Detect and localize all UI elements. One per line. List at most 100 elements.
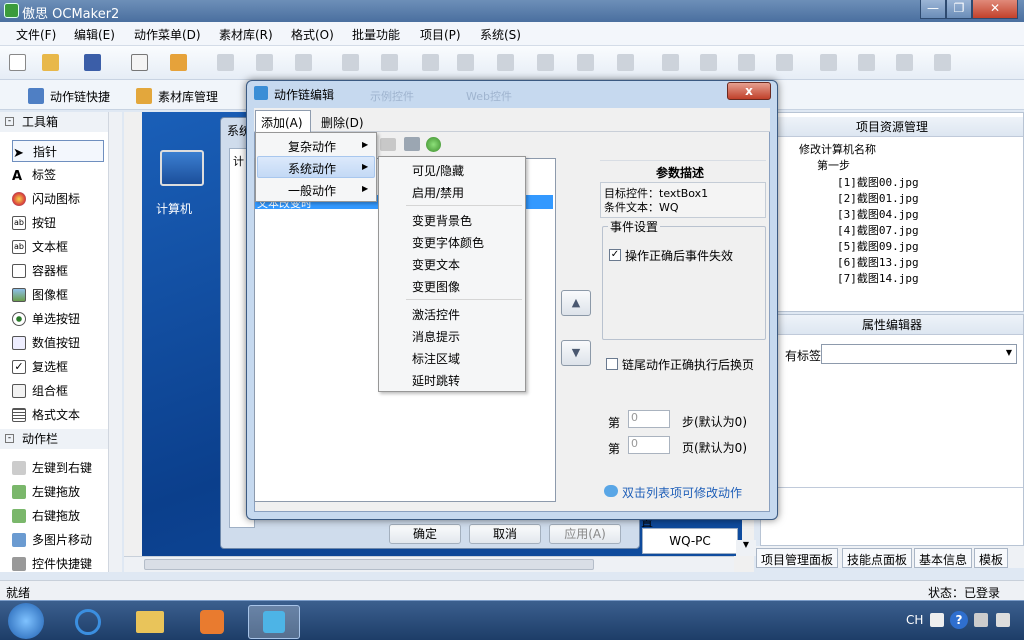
sys-visible-hide[interactable]: 可见/隐藏	[412, 162, 464, 179]
action-bar-header[interactable]: - 动作栏	[0, 429, 108, 449]
publish-icon[interactable]	[170, 54, 187, 71]
vertical-increase-icon[interactable]	[896, 54, 913, 71]
chain-checkbox[interactable]	[606, 358, 618, 370]
move-up-button[interactable]: ▲	[561, 290, 591, 316]
paste-icon[interactable]	[256, 54, 273, 71]
space-even-icon[interactable]	[700, 54, 717, 71]
space-increase-icon[interactable]	[738, 54, 755, 71]
menu-system[interactable]: 系统(S)	[480, 26, 521, 43]
tree-file[interactable]: [3]截图04.jpg	[837, 206, 919, 222]
tree-file[interactable]: [6]截图13.jpg	[837, 254, 919, 270]
tree-file[interactable]: [2]截图01.jpg	[837, 190, 919, 206]
media-player-icon[interactable]	[186, 605, 238, 639]
tool-checkbox[interactable]: ✓ 复选框	[12, 356, 104, 378]
menu-project[interactable]: 项目(P)	[420, 26, 461, 43]
open-folder-icon[interactable]	[42, 54, 59, 71]
computer-icon[interactable]	[160, 150, 204, 186]
tool-numeric[interactable]: 数值按钮	[12, 332, 104, 354]
start-button[interactable]	[8, 603, 44, 639]
tool-button[interactable]: ab 按钮	[12, 212, 104, 234]
ie-icon[interactable]	[62, 605, 114, 639]
menu-file[interactable]: 文件(F)	[16, 26, 56, 43]
settings-icon[interactable]	[426, 137, 441, 152]
action-multi-image[interactable]: 多图片移动	[12, 529, 104, 551]
tool-image[interactable]: 图像框	[12, 284, 104, 306]
tree-file[interactable]: [7]截图14.jpg	[837, 270, 919, 286]
tree-file[interactable]: [5]截图09.jpg	[837, 238, 919, 254]
action-left-to-right[interactable]: 左键到右键	[12, 457, 104, 479]
toolbox-header[interactable]: - 工具箱	[0, 112, 108, 132]
minimize-button[interactable]: —	[920, 0, 946, 19]
vertical-decrease-icon[interactable]	[934, 54, 951, 71]
sys-change-bg[interactable]: 变更背景色	[412, 212, 472, 229]
asset-library-button[interactable]: 素材库管理	[136, 86, 218, 106]
align-right-icon[interactable]	[497, 54, 514, 71]
menu-action[interactable]: 动作菜单(D)	[134, 26, 201, 43]
sys-change-font-color[interactable]: 变更字体颜色	[412, 234, 484, 251]
scroll-thumb[interactable]	[144, 559, 594, 570]
add-menu-complex[interactable]: 复杂动作	[288, 138, 336, 155]
add-menu-general[interactable]: 一般动作	[288, 182, 336, 199]
menu-format[interactable]: 格式(O)	[291, 26, 334, 43]
sys-mark-region[interactable]: 标注区域	[412, 350, 460, 367]
toolbox-scrollbar[interactable]	[108, 112, 122, 572]
align-center-icon[interactable]	[457, 54, 474, 71]
properties-icon[interactable]	[131, 54, 148, 71]
mouse-icon[interactable]	[404, 137, 420, 151]
move-down-button[interactable]: ▼	[561, 340, 591, 366]
new-file-icon[interactable]	[9, 54, 26, 71]
bg-apply-button[interactable]: 应用(A)	[549, 524, 621, 544]
tool-flash-icon[interactable]: 闪动图标	[12, 188, 104, 210]
action-shortcut[interactable]: 控件快捷键	[12, 553, 104, 575]
tab-project[interactable]: 项目管理面板	[756, 548, 839, 568]
tool-radio[interactable]: 单选按钮	[12, 308, 104, 330]
keyboard-icon[interactable]	[930, 613, 944, 627]
tool-combobox[interactable]: 组合框	[12, 380, 104, 402]
delete-icon[interactable]	[295, 54, 312, 71]
tab-info[interactable]: 基本信息	[914, 548, 973, 568]
action-chain-button[interactable]: 动作链快捷	[28, 86, 110, 106]
vertical-even-icon[interactable]	[858, 54, 875, 71]
dialog-menu-add[interactable]: 添加(A)	[261, 114, 303, 131]
tab-skills[interactable]: 技能点面板	[842, 548, 913, 568]
keyboard-icon[interactable]	[380, 138, 396, 151]
scroll-down-arrow-icon[interactable]: ▼	[736, 540, 756, 556]
canvas-hscrollbar[interactable]	[124, 556, 734, 572]
property-select[interactable]: ▼	[821, 344, 1017, 364]
menu-assets[interactable]: 素材库(R)	[219, 26, 273, 43]
language-indicator[interactable]: CH	[906, 613, 923, 627]
help-icon[interactable]: ?	[950, 611, 968, 629]
save-icon[interactable]	[84, 54, 101, 71]
network-icon[interactable]	[996, 613, 1010, 627]
tree-step[interactable]: 第一步	[817, 157, 850, 173]
action-right-drag[interactable]: 右键拖放	[12, 505, 104, 527]
sys-enable-disable[interactable]: 启用/禁用	[412, 184, 464, 201]
restore-button[interactable]: ❐	[946, 0, 972, 19]
tab-template[interactable]: 模板	[974, 548, 1009, 568]
bg-ok-button[interactable]: 确定	[389, 524, 461, 544]
align-bottom-icon[interactable]	[617, 54, 634, 71]
align-top-icon[interactable]	[537, 54, 554, 71]
tool-textbox[interactable]: ab 文本框	[12, 236, 104, 258]
bg-cancel-button[interactable]: 取消	[469, 524, 541, 544]
align-left-icon[interactable]	[422, 54, 439, 71]
dialog-close-button[interactable]: x	[727, 82, 771, 100]
page-stepper[interactable]: 0	[628, 436, 670, 454]
align-middle-icon[interactable]	[577, 54, 594, 71]
event-checkbox[interactable]: ✓	[609, 249, 621, 261]
tool-container[interactable]: 容器框	[12, 260, 104, 282]
tool-pointer[interactable]: ➤ 指针	[12, 140, 104, 162]
menu-edit[interactable]: 编辑(E)	[74, 26, 115, 43]
tool-rich-text[interactable]: 格式文本	[12, 404, 104, 426]
sys-activate-control[interactable]: 激活控件	[412, 306, 460, 323]
add-menu-system[interactable]: 系统动作	[288, 160, 336, 177]
undo-icon[interactable]	[342, 54, 359, 71]
tray-icon[interactable]	[974, 613, 988, 627]
sys-change-text[interactable]: 变更文本	[412, 256, 460, 273]
sys-delay-jump[interactable]: 延时跳转	[412, 372, 460, 389]
tree-file[interactable]: [4]截图07.jpg	[837, 222, 919, 238]
step-stepper[interactable]: 0	[628, 410, 670, 428]
tool-label[interactable]: A 标签	[12, 164, 104, 186]
sys-message[interactable]: 消息提示	[412, 328, 460, 345]
space-horizontal-icon[interactable]	[662, 54, 679, 71]
